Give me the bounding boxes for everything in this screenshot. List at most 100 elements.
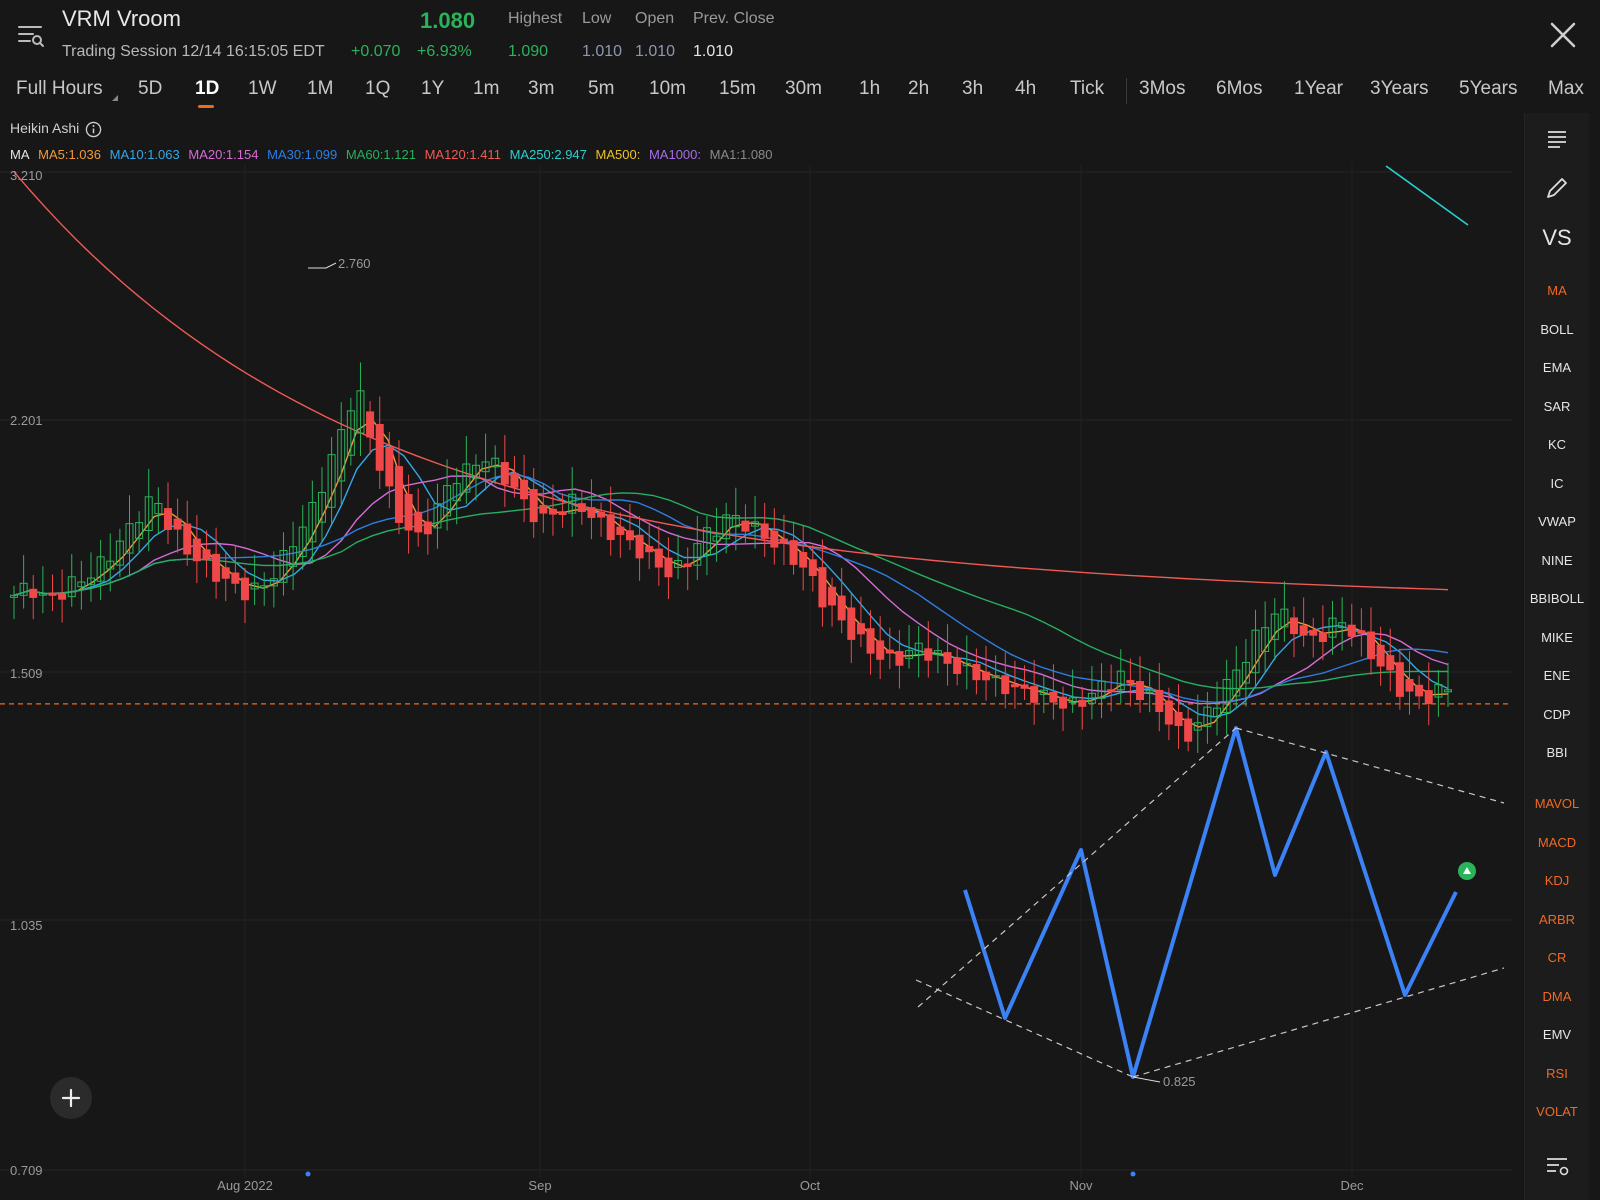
candle-body xyxy=(423,521,432,535)
tab-1m-month[interactable]: 1M xyxy=(307,78,333,100)
candle-body xyxy=(741,520,750,532)
event-dot[interactable] xyxy=(305,1171,311,1177)
candle-body xyxy=(404,494,413,531)
tab-1d[interactable]: 1D xyxy=(195,78,219,100)
candle-body xyxy=(1318,632,1327,643)
tab-15min[interactable]: 15m xyxy=(719,78,756,100)
indicator-side-panel: VS MA BOLL EMA SAR KC IC VWAP NINE BBIBOLL MIKE EN… xyxy=(1524,113,1589,1200)
indicator-ma[interactable]: MA xyxy=(1525,283,1589,298)
candle-body xyxy=(645,546,654,553)
tab-30min[interactable]: 30m xyxy=(785,78,822,100)
tab-divider xyxy=(1126,78,1127,104)
indicator-bbi[interactable]: BBI xyxy=(1525,745,1589,760)
candle-body xyxy=(163,508,172,530)
event-dot[interactable] xyxy=(1130,1171,1136,1177)
tab-1min[interactable]: 1m xyxy=(473,78,499,100)
candle-body xyxy=(385,446,394,487)
candle-body xyxy=(231,572,240,584)
candle-body xyxy=(1164,700,1173,725)
candle-body xyxy=(1347,624,1356,637)
sub-indicator-macd[interactable]: MACD xyxy=(1525,835,1589,850)
pencil-icon[interactable] xyxy=(1525,175,1589,201)
trend-line[interactable] xyxy=(917,727,1237,1008)
sub-indicator-volat[interactable]: VOLAT xyxy=(1525,1104,1589,1119)
y-axis-tick-label: 1.035 xyxy=(10,918,43,933)
tab-3min[interactable]: 3m xyxy=(528,78,554,100)
tab-max[interactable]: Max xyxy=(1548,78,1584,100)
highest-label: Highest xyxy=(508,10,563,27)
sub-indicator-arbr[interactable]: ARBR xyxy=(1525,912,1589,927)
list-icon[interactable] xyxy=(1525,127,1589,151)
close-icon[interactable] xyxy=(1548,20,1578,50)
candle-body xyxy=(1049,691,1058,703)
tab-1y[interactable]: 1Y xyxy=(421,78,444,100)
tab-tick[interactable]: Tick xyxy=(1070,78,1104,100)
price-change-percent: +6.93% xyxy=(417,43,472,60)
tab-1year[interactable]: 1Year xyxy=(1294,78,1343,100)
indicator-nine[interactable]: NINE xyxy=(1525,553,1589,568)
candle-body xyxy=(558,511,567,516)
candle-body xyxy=(548,508,557,515)
indicator-ema[interactable]: EMA xyxy=(1525,360,1589,375)
y-axis-tick-label: 3.210 xyxy=(10,168,43,183)
trend-line[interactable] xyxy=(915,979,1134,1078)
tab-3years[interactable]: 3Years xyxy=(1370,78,1428,100)
price-chart[interactable]: 3.210 2.201 1.509 1.035 0.709 Aug 2022 Sep Oct N… xyxy=(0,160,1512,1200)
tab-1h[interactable]: 1h xyxy=(859,78,880,100)
sub-indicator-cr[interactable]: CR xyxy=(1525,950,1589,965)
candle-body xyxy=(1386,655,1395,671)
trend-line[interactable] xyxy=(1132,967,1505,1078)
indicator-sar[interactable]: SAR xyxy=(1525,399,1589,414)
settings-list-icon[interactable] xyxy=(1525,1153,1589,1179)
tab-5years[interactable]: 5Years xyxy=(1459,78,1517,100)
tab-2h[interactable]: 2h xyxy=(908,78,929,100)
indicator-ic[interactable]: IC xyxy=(1525,476,1589,491)
add-drawing-button[interactable] xyxy=(50,1077,92,1119)
indicator-bbiboll[interactable]: BBIBOLL xyxy=(1525,591,1589,606)
sub-indicator-rsi[interactable]: RSI xyxy=(1525,1066,1589,1081)
sub-indicator-dma[interactable]: DMA xyxy=(1525,989,1589,1004)
axis-labels: 3.210 2.201 1.509 1.035 0.709 Aug 2022 Sep Oct N… xyxy=(10,168,1364,1193)
tab-full-hours[interactable]: Full Hours xyxy=(16,78,103,100)
compare-vs-button[interactable]: VS xyxy=(1525,225,1589,251)
indicator-kc[interactable]: KC xyxy=(1525,437,1589,452)
candle-body xyxy=(29,588,38,598)
indicator-ene[interactable]: ENE xyxy=(1525,668,1589,683)
dropdown-icon xyxy=(112,95,118,101)
tab-3h[interactable]: 3h xyxy=(962,78,983,100)
candle-body xyxy=(924,648,933,661)
candle-body xyxy=(1357,630,1366,634)
x-axis-tick-label: Aug 2022 xyxy=(217,1178,273,1193)
menu-icon[interactable] xyxy=(16,20,46,50)
zigzag-pattern-line[interactable] xyxy=(963,726,1458,1079)
candle-body xyxy=(1010,684,1019,688)
indicator-cdp[interactable]: CDP xyxy=(1525,707,1589,722)
tab-4h[interactable]: 4h xyxy=(1015,78,1036,100)
candle-body xyxy=(1078,699,1087,707)
candle-body xyxy=(1030,686,1039,703)
candle-body xyxy=(183,523,192,555)
ma-lines xyxy=(13,165,1469,728)
sub-indicator-emv[interactable]: EMV xyxy=(1525,1027,1589,1042)
indicator-mike[interactable]: MIKE xyxy=(1525,630,1589,645)
indicator-boll[interactable]: BOLL xyxy=(1525,322,1589,337)
candle-body xyxy=(1290,617,1299,635)
chart-type-label[interactable]: Heikin Ashi xyxy=(10,120,79,136)
sub-indicator-kdj[interactable]: KDJ xyxy=(1525,873,1589,888)
tab-5min[interactable]: 5m xyxy=(588,78,614,100)
candle-body xyxy=(366,411,375,438)
candle-body xyxy=(202,549,211,560)
trend-line[interactable] xyxy=(1235,727,1505,804)
tab-5d[interactable]: 5D xyxy=(138,78,162,100)
tab-1q[interactable]: 1Q xyxy=(365,78,390,100)
candle-body xyxy=(808,559,817,577)
prev-close-label: Prev. Close xyxy=(693,10,775,27)
tab-1w[interactable]: 1W xyxy=(248,78,277,100)
info-icon[interactable] xyxy=(85,121,102,138)
tab-6mos[interactable]: 6Mos xyxy=(1216,78,1262,100)
candle-body xyxy=(587,507,596,518)
sub-indicator-mavol[interactable]: MAVOL xyxy=(1525,796,1589,811)
tab-3mos[interactable]: 3Mos xyxy=(1139,78,1185,100)
tab-10min[interactable]: 10m xyxy=(649,78,686,100)
indicator-vwap[interactable]: VWAP xyxy=(1525,514,1589,529)
